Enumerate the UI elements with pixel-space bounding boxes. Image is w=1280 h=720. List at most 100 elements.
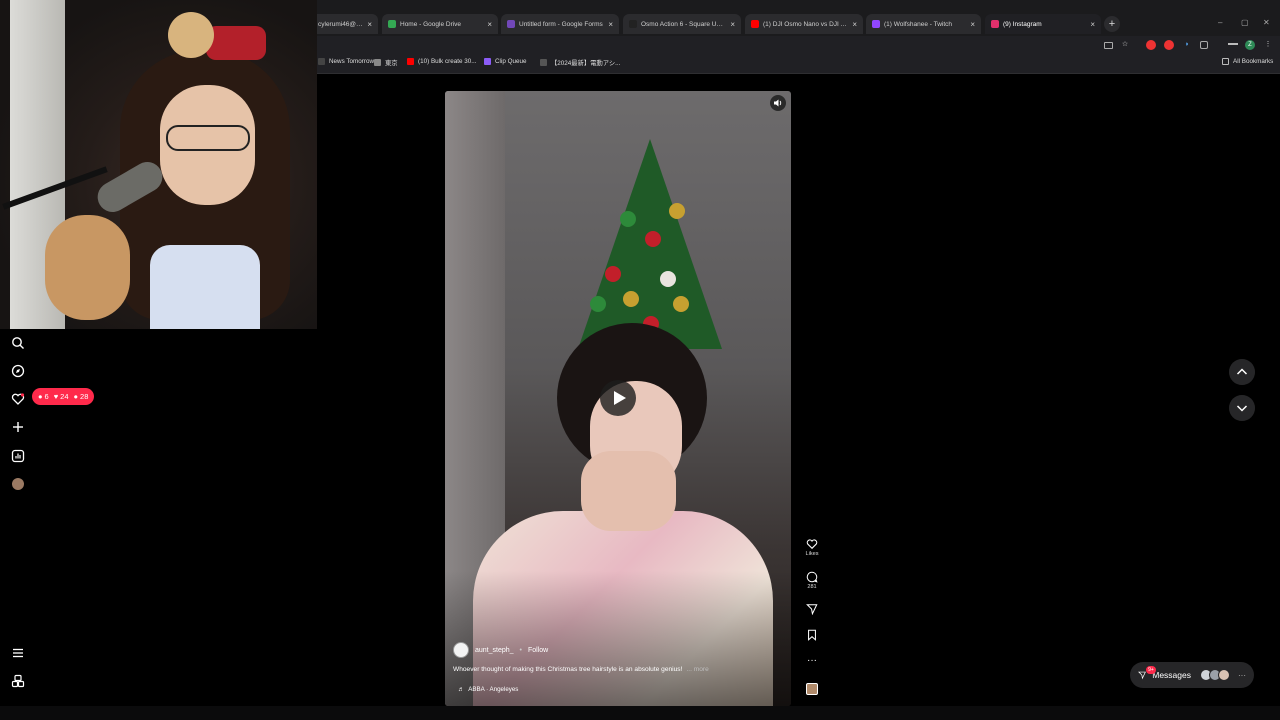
audio-extension-icon[interactable]: ◗ — [1182, 40, 1192, 50]
more-options-button[interactable]: ··· — [804, 655, 820, 666]
new-tab-button[interactable]: + — [1104, 16, 1120, 32]
browser-tab[interactable]: (1) DJI Osmo Nano vs DJI Actio × — [745, 14, 863, 34]
save-button[interactable] — [804, 629, 820, 641]
menu-icon[interactable] — [11, 646, 25, 660]
author-username[interactable]: aunt_steph_ — [475, 647, 514, 654]
bookmark-favicon-icon — [407, 58, 414, 65]
plush-bear — [45, 215, 130, 320]
webcam-overlay — [0, 0, 317, 329]
tab-favicon-icon — [751, 20, 759, 28]
reading-list-icon[interactable] — [1228, 43, 1238, 49]
headband-bear — [168, 12, 214, 58]
tab-close-icon[interactable]: × — [970, 20, 975, 29]
notifications-icon[interactable] — [11, 392, 25, 406]
bookmark-item[interactable]: (10) Bulk create 30... — [407, 58, 476, 65]
tab-close-icon[interactable]: × — [608, 20, 613, 29]
search-icon[interactable] — [11, 336, 25, 350]
browser-tab[interactable]: (9) Instagram × — [985, 14, 1101, 34]
tab-close-icon[interactable]: × — [367, 20, 372, 29]
extensions-puzzle-icon[interactable] — [1200, 41, 1208, 49]
all-bookmarks-label: All Bookmarks — [1233, 58, 1274, 65]
pinterest-icon[interactable] — [1164, 40, 1174, 50]
likes-count: ♥ 24 — [53, 392, 69, 401]
browser-menu-icon[interactable]: ⋮ — [1263, 40, 1273, 50]
caption-more-link[interactable]: ... more — [686, 666, 708, 673]
share-button[interactable] — [804, 603, 820, 615]
tab-close-icon[interactable]: × — [730, 20, 735, 29]
profile-avatar-icon[interactable]: Z — [1245, 40, 1255, 50]
previous-reel-button[interactable] — [1229, 359, 1255, 385]
cast-icon[interactable] — [1104, 42, 1113, 49]
follow-button[interactable]: Follow — [528, 647, 548, 654]
bookmark-favicon-icon — [540, 59, 547, 66]
bookmark-label: (10) Bulk create 30... — [418, 58, 477, 65]
messages-badge: 9+ — [1146, 666, 1156, 674]
more-icon: ··· — [807, 655, 817, 666]
author-avatar[interactable] — [453, 642, 469, 658]
maximize-button[interactable]: ▢ — [1241, 18, 1249, 27]
tab-favicon-icon — [991, 20, 999, 28]
tab-close-icon[interactable]: × — [487, 20, 492, 29]
bookmark-favicon-icon — [484, 58, 491, 65]
tab-favicon-icon — [629, 20, 637, 28]
tab-title: cylerumi46@gm — [318, 20, 364, 28]
music-note-icon: ♬ — [458, 686, 465, 693]
tab-favicon-icon — [507, 20, 515, 28]
next-reel-button[interactable] — [1229, 395, 1255, 421]
comment-icon: ● — [38, 392, 43, 401]
create-icon[interactable] — [11, 420, 25, 434]
browser-tab[interactable]: (1) Wolfshanee - Twitch × — [866, 14, 981, 34]
minimize-button[interactable]: – — [1218, 18, 1222, 27]
mute-icon[interactable] — [770, 95, 786, 111]
likes-label: Likes — [805, 551, 819, 557]
bookmark-label: News Tomorrow — [329, 58, 375, 65]
like-button[interactable]: Likes — [804, 538, 820, 557]
streamer-shirt — [150, 245, 260, 329]
bookmark-favicon-icon — [374, 59, 381, 66]
notifications-badge[interactable]: ● 6 ♥ 24 ● 28 — [32, 388, 95, 405]
tab-favicon-icon — [872, 20, 880, 28]
bookmark-item[interactable]: News Tomorrow — [318, 58, 374, 65]
browser-tab[interactable]: Osmo Action 6 - Square Up, N × — [623, 14, 741, 34]
bookmark-star-icon[interactable]: ☆ — [1120, 40, 1130, 50]
bookmark-icon — [808, 629, 816, 641]
threads-icon[interactable] — [11, 674, 25, 688]
comment-button[interactable]: 281 — [804, 571, 820, 590]
bookmark-label: 東京 — [385, 60, 398, 67]
tab-close-icon[interactable]: × — [852, 20, 857, 29]
heart-icon — [806, 539, 818, 550]
reel-audio[interactable]: ♬ ABBA · Angeleyes — [458, 686, 518, 693]
bookmark-label: 【2024最新】電動アシ... — [551, 60, 621, 67]
separator-dot: • — [519, 646, 522, 654]
tab-title: Home - Google Drive — [400, 20, 462, 28]
headband-bow — [206, 26, 266, 60]
explore-icon[interactable] — [11, 364, 25, 378]
profile-avatar[interactable] — [12, 478, 24, 490]
tab-title: (1) Wolfshanee - Twitch — [884, 20, 953, 28]
heart-icon: ♥ — [53, 392, 59, 401]
follows-count: ● 28 — [73, 392, 89, 401]
play-icon[interactable] — [600, 380, 636, 416]
audio-thumbnail[interactable] — [806, 683, 818, 695]
reel-author: aunt_steph_ • Follow — [453, 642, 548, 658]
messages-button[interactable]: 9+ Messages ··· — [1130, 662, 1254, 688]
browser-tab[interactable]: Home - Google Drive × — [382, 14, 498, 34]
share-icon — [806, 604, 818, 615]
tab-close-icon[interactable]: × — [1090, 20, 1095, 29]
bookmark-item[interactable]: 東京 — [374, 58, 398, 67]
insights-icon[interactable] — [11, 449, 25, 463]
tab-title: (9) Instagram — [1003, 20, 1042, 28]
browser-tab[interactable]: Untitled form - Google Forms × — [501, 14, 619, 34]
extension-icon[interactable] — [1146, 40, 1156, 50]
reel-caption: Whoever thought of making this Christmas… — [453, 666, 709, 673]
audio-title: ABBA · Angeleyes — [468, 686, 519, 693]
comment-icon — [806, 571, 818, 583]
bookmark-item[interactable]: Clip Queue — [484, 58, 527, 65]
bookmark-label: Clip Queue — [495, 58, 527, 65]
more-icon: ··· — [1238, 670, 1246, 680]
close-window-button[interactable]: ✕ — [1263, 18, 1270, 27]
tab-favicon-icon — [388, 20, 396, 28]
screen: cylerumi46@gm × Home - Google Drive × Untitl… — [0, 0, 1280, 720]
bookmark-item[interactable]: 【2024最新】電動アシ... — [540, 58, 620, 67]
all-bookmarks-button[interactable]: All Bookmarks — [1222, 58, 1273, 65]
